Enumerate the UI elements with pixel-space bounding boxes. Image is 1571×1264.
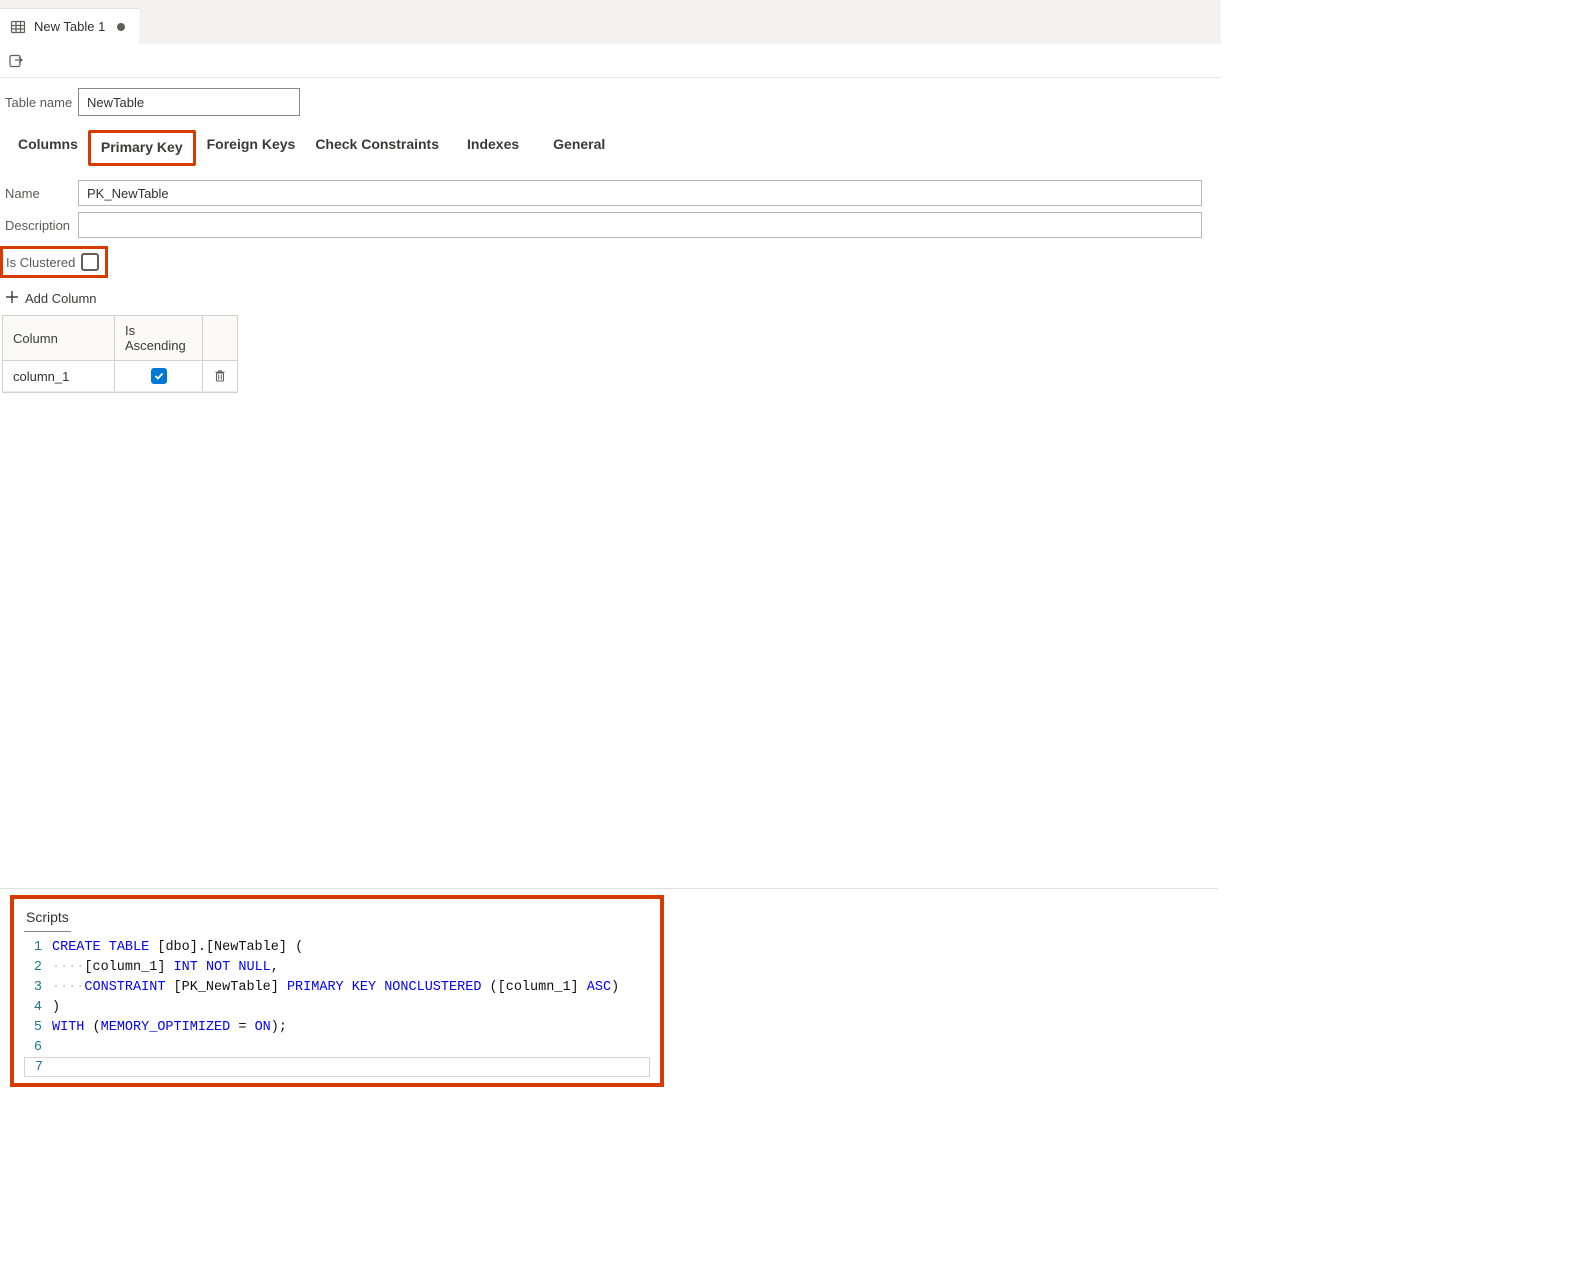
table-row: column_1 <box>3 361 237 392</box>
grid-cell-ascending[interactable] <box>115 361 203 391</box>
right-gutter <box>1221 0 1571 1264</box>
tab-foreign-keys[interactable]: Foreign Keys <box>197 130 306 166</box>
file-tab-label: New Table 1 <box>34 19 105 34</box>
tab-general[interactable]: General <box>543 130 615 166</box>
file-tab-new-table[interactable]: New Table 1 <box>0 8 139 44</box>
designer-main: Table name Columns Primary Key Foreign K… <box>0 88 1218 393</box>
tab-check-constraints[interactable]: Check Constraints <box>305 130 449 166</box>
scripts-code[interactable]: 1CREATE TABLE [dbo].[NewTable] (2····[co… <box>24 938 650 1077</box>
pk-description-input[interactable] <box>78 212 1202 238</box>
tab-primary-key[interactable]: Primary Key <box>88 130 196 166</box>
add-column-label: Add Column <box>25 291 97 306</box>
trash-icon <box>213 369 227 383</box>
grid-header-actions <box>203 316 237 360</box>
table-name-row: Table name <box>2 88 1216 116</box>
scripts-tab[interactable]: Scripts <box>24 907 71 932</box>
scripts-highlight-box: Scripts 1CREATE TABLE [dbo].[NewTable] (… <box>10 895 664 1087</box>
tab-indexes[interactable]: Indexes <box>457 130 529 166</box>
is-clustered-group: Is Clustered <box>0 246 108 278</box>
scripts-pane: Scripts 1CREATE TABLE [dbo].[NewTable] (… <box>0 888 1218 1087</box>
tab-columns[interactable]: Columns <box>8 130 88 166</box>
is-ascending-checkbox[interactable] <box>151 368 167 384</box>
pk-name-input[interactable] <box>78 180 1202 206</box>
add-column-button[interactable]: Add Column <box>5 290 97 307</box>
plus-icon <box>5 290 19 307</box>
table-icon <box>10 19 26 35</box>
pk-columns-grid: Column Is Ascending column_1 <box>2 315 238 393</box>
dirty-indicator-icon <box>117 23 125 31</box>
grid-cell-column[interactable]: column_1 <box>3 361 115 391</box>
grid-cell-delete[interactable] <box>203 361 237 391</box>
table-name-label: Table name <box>2 95 78 110</box>
is-clustered-label: Is Clustered <box>3 255 81 270</box>
grid-header-ascending[interactable]: Is Ascending <box>115 316 203 360</box>
is-clustered-checkbox[interactable] <box>81 253 99 271</box>
pk-name-label: Name <box>2 186 78 201</box>
designer-tabs: Columns Primary Key Foreign Keys Check C… <box>8 130 1216 166</box>
grid-header: Column Is Ascending <box>3 316 237 361</box>
grid-header-column[interactable]: Column <box>3 316 115 360</box>
publish-icon[interactable] <box>8 53 24 69</box>
primary-key-form: Name Description Is Clustered <box>2 180 1216 278</box>
pk-description-label: Description <box>2 218 78 233</box>
table-name-input[interactable] <box>78 88 300 116</box>
